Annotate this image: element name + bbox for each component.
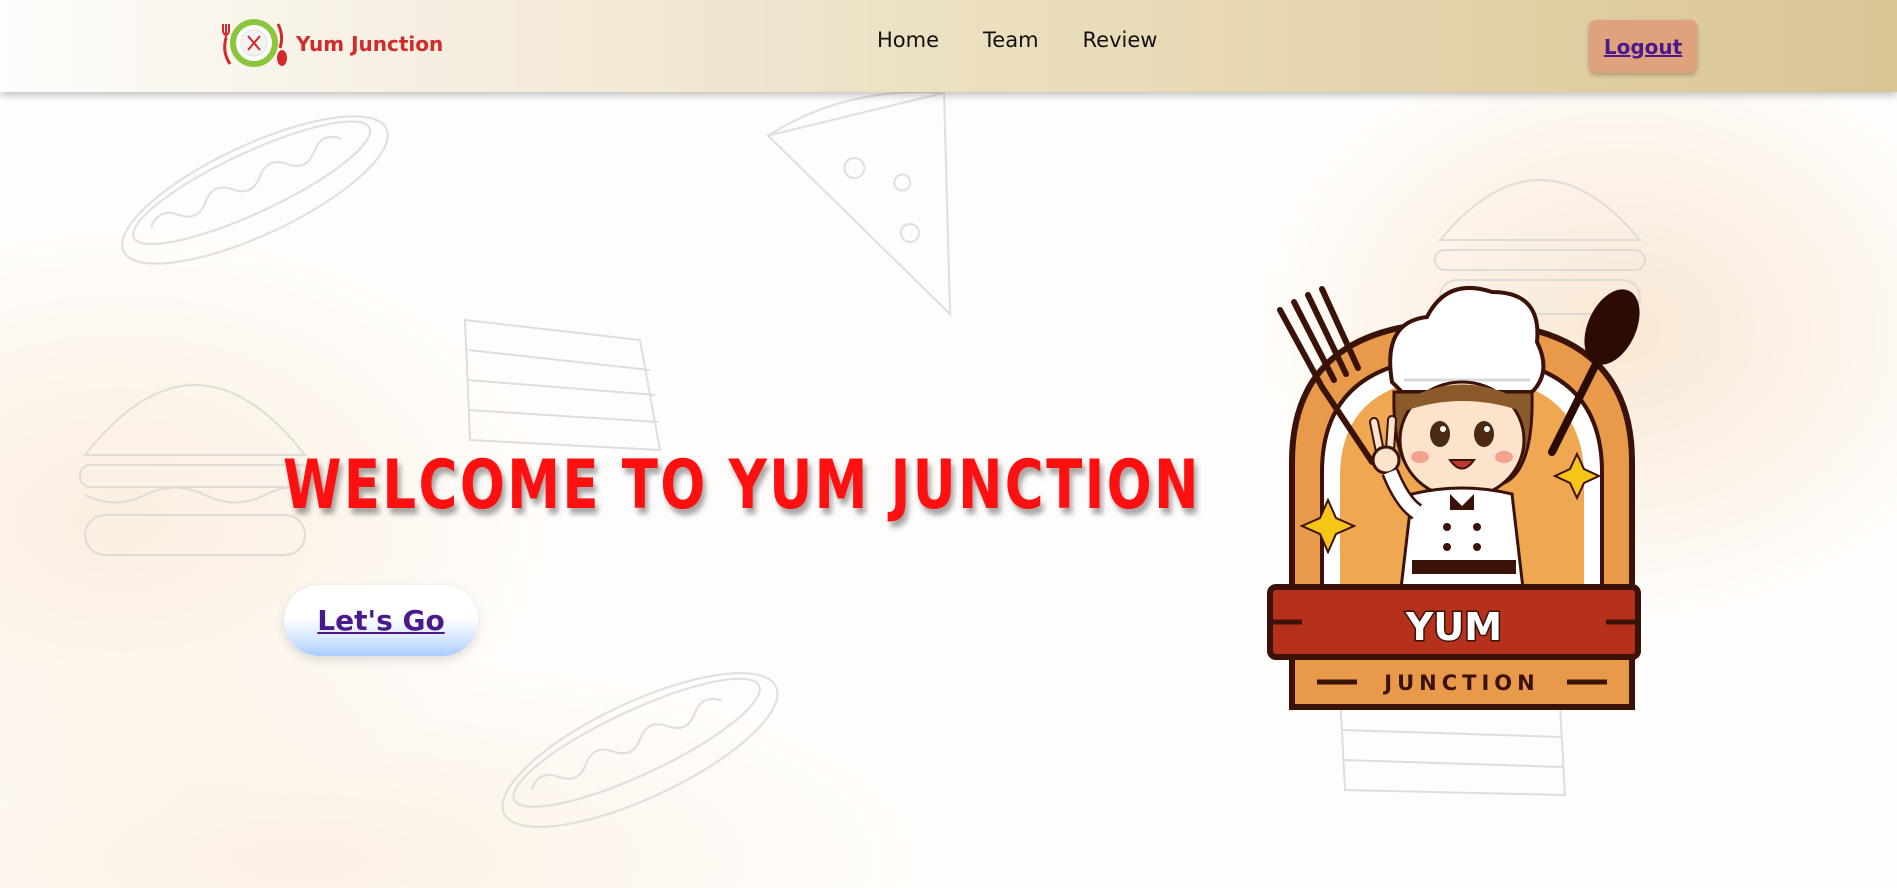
- main-nav: Home Team Review: [877, 28, 1157, 52]
- hotdog-doodle-icon: [121, 115, 389, 265]
- chef-mascot-logo-icon: YUM JUNCTION: [1267, 285, 1641, 710]
- nav-link-home[interactable]: Home: [877, 28, 939, 52]
- top-navbar: Yum Junction Home Team Review Logout: [0, 0, 1897, 92]
- lets-go-button[interactable]: Let's Go: [284, 585, 478, 656]
- brand[interactable]: Yum Junction: [218, 18, 443, 70]
- mascot-banner-text: YUM: [1405, 605, 1502, 649]
- pizza-doodle-icon: [766, 91, 952, 317]
- brand-name: Yum Junction: [296, 32, 444, 56]
- burger-doodle-icon: [79, 384, 311, 556]
- mascot-sub-text: JUNCTION: [1382, 671, 1539, 695]
- plate-fork-spoon-logo-icon: [222, 19, 287, 67]
- cake-doodle-icon: [463, 318, 662, 452]
- nav-link-team[interactable]: Team: [983, 28, 1039, 52]
- hero-title: WELCOME TO YUM JUNCTION: [283, 446, 1201, 525]
- logout-button[interactable]: Logout: [1589, 20, 1697, 73]
- nav-link-review[interactable]: Review: [1083, 28, 1158, 52]
- hotdog-doodle-icon: [501, 672, 779, 828]
